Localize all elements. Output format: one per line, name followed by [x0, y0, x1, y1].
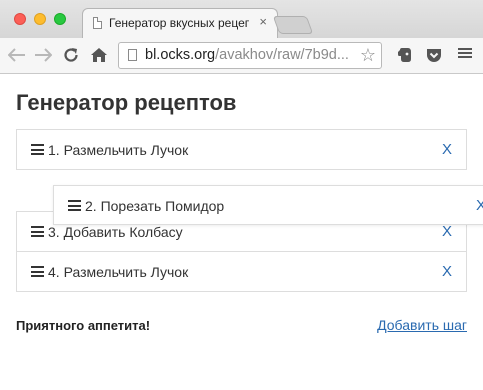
- zoom-window-button[interactable]: [54, 13, 66, 25]
- recipe-step[interactable]: 1. Размельчить Лучок X: [16, 129, 467, 170]
- drag-handle-icon[interactable]: [31, 226, 44, 237]
- remove-step-button[interactable]: X: [442, 223, 452, 240]
- url-host: bl.ocks.org: [145, 47, 216, 63]
- remove-step-button[interactable]: X: [476, 197, 483, 214]
- dragging-recipe-step[interactable]: 2. Порезать Помидор X: [53, 185, 483, 225]
- url-path: /avakhov/raw/7b9d...: [215, 47, 349, 63]
- star-icon[interactable]: ☆: [360, 45, 376, 66]
- browser-toolbar: bl.ocks.org/avakhov/raw/7b9d... ☆: [0, 38, 483, 74]
- step-label: 3. Добавить Колбасу: [48, 224, 183, 240]
- home-icon[interactable]: [88, 44, 110, 66]
- recipe-step[interactable]: 4. Размельчить Лучок X: [16, 252, 467, 292]
- url-text[interactable]: bl.ocks.org/avakhov/raw/7b9d...: [145, 47, 355, 65]
- add-step-link[interactable]: Добавить шаг: [377, 317, 467, 333]
- page-icon: [128, 49, 137, 61]
- step-label: 2. Порезать Помидор: [85, 198, 225, 214]
- remove-step-button[interactable]: X: [442, 141, 452, 158]
- step-label: 4. Размельчить Лучок: [48, 264, 189, 280]
- drag-handle-icon[interactable]: [31, 144, 44, 155]
- drag-handle-icon[interactable]: [68, 200, 81, 211]
- remove-step-button[interactable]: X: [442, 263, 452, 280]
- reload-icon[interactable]: [60, 44, 82, 66]
- close-window-button[interactable]: [14, 13, 26, 25]
- new-tab-button[interactable]: [272, 16, 314, 34]
- drag-handle-icon[interactable]: [31, 266, 44, 277]
- back-icon[interactable]: [6, 44, 28, 66]
- browser-tab[interactable]: Генератор вкусных рецептов ×: [82, 8, 278, 38]
- tab-title: Генератор вкусных рецептов: [109, 16, 249, 30]
- footer-message: Приятного аппетита!: [16, 318, 151, 333]
- evernote-icon[interactable]: [396, 46, 414, 64]
- forward-icon[interactable]: [32, 44, 54, 66]
- page-content: Генератор рецептов 1. Размельчить Лучок …: [0, 74, 483, 390]
- tab-close-icon[interactable]: ×: [259, 14, 267, 29]
- address-bar[interactable]: bl.ocks.org/avakhov/raw/7b9d... ☆: [118, 42, 382, 69]
- minimize-window-button[interactable]: [34, 13, 46, 25]
- pocket-icon[interactable]: [425, 46, 443, 64]
- step-label: 1. Размельчить Лучок: [48, 142, 189, 158]
- document-icon: [93, 17, 102, 29]
- tab-strip: Генератор вкусных рецептов ×: [0, 0, 483, 38]
- hamburger-menu-icon[interactable]: [456, 46, 474, 64]
- page-title: Генератор рецептов: [16, 90, 237, 115]
